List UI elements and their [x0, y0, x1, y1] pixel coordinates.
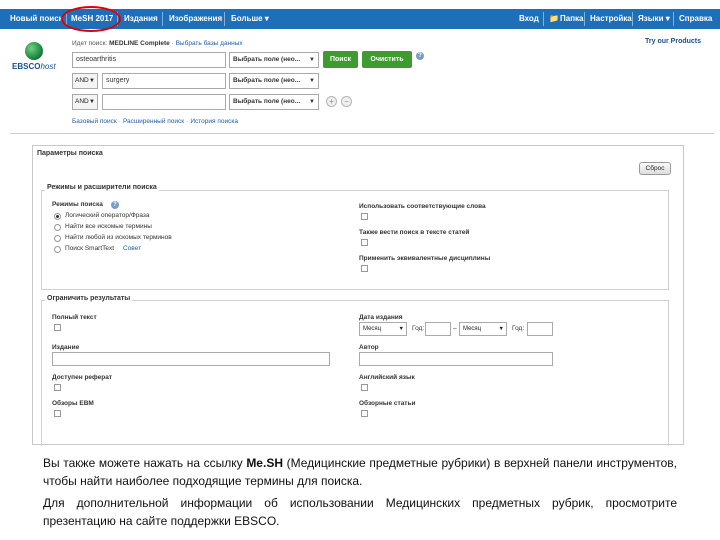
panel-title: Параметры поиска: [37, 150, 103, 157]
mode-label-smarttext: Поиск SmartText: [65, 245, 115, 252]
caption-paragraph-2: Для дополнительной информации об использ…: [43, 496, 677, 528]
ebsco-logo: EBSCOhost: [12, 62, 56, 71]
english-label: Английский язык: [359, 374, 415, 381]
nav-divider: [543, 12, 544, 26]
nav-publications[interactable]: Издания: [124, 9, 158, 29]
caption-paragraph-1: Вы также можете нажать на ссылку Me.SH (…: [43, 456, 678, 488]
mode-label-any: Найти любой из искомых терминов: [65, 234, 172, 241]
try-products-link[interactable]: Try our Products: [645, 38, 701, 45]
database-line: Идет поиск: MEDLINE Complete · Выбрать б…: [72, 40, 243, 47]
search-options-panel: Параметры поиска Сброс Режимы и расширит…: [32, 145, 684, 446]
full-text-search-label: Также вести поиск в тексте статей: [359, 229, 470, 236]
nav-settings[interactable]: Настройка: [590, 9, 632, 29]
mode-radio-smarttext[interactable]: [54, 246, 61, 253]
search-button[interactable]: Поиск: [323, 51, 358, 68]
search-input-1[interactable]: osteoarthritis: [72, 52, 226, 68]
mesh-highlight-circle: [61, 6, 121, 32]
nav-images[interactable]: Изображения: [169, 9, 222, 29]
search-input-2[interactable]: surgery: [102, 73, 226, 89]
field-select-3[interactable]: Выбрать поле (нео... ▼: [229, 94, 319, 110]
limits-section-title: Ограничить результаты: [45, 295, 133, 302]
year-to-label: Год:: [512, 325, 525, 332]
clear-button[interactable]: Очистить: [362, 51, 412, 68]
ebm-checkbox[interactable]: [54, 410, 61, 417]
mode-radio-boolean[interactable]: [54, 213, 61, 220]
mode-radio-all[interactable]: [54, 224, 61, 231]
add-row-icon[interactable]: +: [326, 96, 337, 107]
folder-icon[interactable]: 📁: [549, 9, 559, 29]
full-text-label: Полный текст: [52, 314, 97, 321]
bool-select-2[interactable]: AND ▼: [72, 73, 98, 89]
remove-row-icon[interactable]: −: [341, 96, 352, 107]
nav-divider: [632, 12, 633, 26]
modes-help-icon[interactable]: ?: [111, 201, 119, 209]
pub-date-label: Дата издания: [359, 314, 403, 321]
mode-radio-any[interactable]: [54, 235, 61, 242]
english-checkbox[interactable]: [361, 384, 368, 391]
nav-languages[interactable]: Языки ▾: [638, 9, 670, 29]
search-input-3[interactable]: [102, 94, 226, 110]
publication-input[interactable]: [52, 352, 330, 366]
search-mode-links: Базовый поиск · Расширенный поиск · История …: [72, 118, 238, 125]
nav-more[interactable]: Больше ▾: [231, 9, 269, 29]
ebsco-logo-icon: [25, 42, 43, 60]
equivalent-subjects-checkbox[interactable]: [361, 265, 368, 272]
limits-section: [41, 300, 669, 446]
author-input[interactable]: [359, 352, 553, 366]
equivalent-subjects-label: Применить эквивалентные дисциплины: [359, 255, 491, 262]
field-select-1[interactable]: Выбрать поле (нео... ▼: [229, 52, 319, 68]
hint-link[interactable]: Совет: [123, 245, 141, 252]
month-to-select[interactable]: Месяц ▼: [459, 322, 507, 336]
choose-databases-link[interactable]: Выбрать базы данных: [176, 40, 243, 47]
review-label: Обзорные статьи: [359, 400, 416, 407]
advanced-search-link[interactable]: Расширенный поиск: [123, 118, 184, 125]
author-label: Автор: [359, 344, 379, 351]
database-name: MEDLINE Complete: [109, 40, 170, 47]
nav-sign-in[interactable]: Вход: [519, 9, 539, 29]
year-to-input[interactable]: [527, 322, 553, 336]
review-checkbox[interactable]: [361, 410, 368, 417]
related-words-checkbox[interactable]: [361, 213, 368, 220]
nav-divider: [584, 12, 585, 26]
modes-section-title: Режимы и расширители поиска: [45, 184, 159, 191]
ebm-label: Обзоры EBM: [52, 400, 94, 407]
field-select-2[interactable]: Выбрать поле (нео... ▼: [229, 73, 319, 89]
publication-label: Издание: [52, 344, 80, 351]
divider: [10, 133, 714, 134]
full-text-checkbox[interactable]: [54, 324, 61, 331]
related-words-label: Использовать соответствующие слова: [359, 203, 486, 210]
nav-folder[interactable]: Папка: [560, 9, 583, 29]
help-icon[interactable]: ?: [416, 52, 424, 60]
basic-search-link[interactable]: Базовый поиск: [72, 118, 117, 125]
nav-divider: [224, 12, 225, 26]
nav-help[interactable]: Справка: [679, 9, 712, 29]
mode-label-boolean: Логический оператор/Фраза: [65, 212, 150, 219]
mode-label-all: Найти все искомые термины: [65, 223, 152, 230]
abstract-label: Доступен реферат: [52, 374, 113, 381]
reset-button[interactable]: Сброс: [639, 162, 671, 175]
nav-new-search[interactable]: Новый поиск: [10, 9, 63, 29]
search-history-link[interactable]: История поиска: [190, 118, 238, 125]
year-from-input[interactable]: [425, 322, 451, 336]
modes-label: Режимы поиска: [52, 201, 103, 208]
nav-divider: [673, 12, 674, 26]
bool-select-3[interactable]: AND ▼: [72, 94, 98, 110]
full-text-search-checkbox[interactable]: [361, 239, 368, 246]
year-from-label: Год:: [412, 325, 425, 332]
abstract-checkbox[interactable]: [54, 384, 61, 391]
month-from-select[interactable]: Месяц ▼: [359, 322, 407, 336]
nav-divider: [162, 12, 163, 26]
date-dash: –: [453, 325, 457, 332]
